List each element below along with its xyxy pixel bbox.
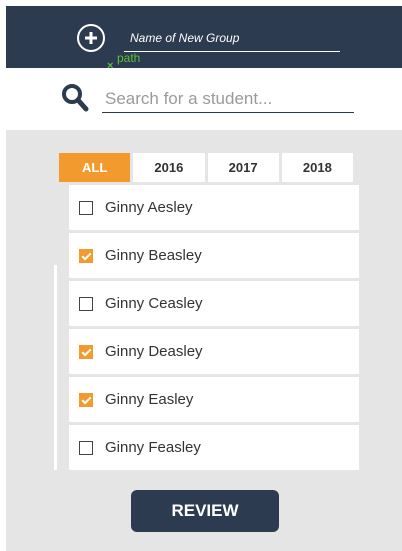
student-row[interactable]: Ginny Feasley (69, 425, 359, 470)
search-icon[interactable] (61, 83, 89, 113)
student-row[interactable]: Ginny Ceasley (69, 281, 359, 326)
group-name-input[interactable]: Name of New Group (124, 30, 340, 52)
checkbox[interactable] (79, 200, 93, 215)
student-name: Ginny Deasley (105, 343, 203, 360)
student-name: Ginny Beasley (105, 247, 202, 264)
checkbox[interactable] (79, 344, 93, 359)
main-panel: ALL 2016 2017 2018 Ginny Aesley Ginny Be… (6, 130, 402, 551)
student-list[interactable]: Ginny Aesley Ginny Beasley Ginny Ceasley… (54, 185, 359, 470)
student-row[interactable]: Ginny Deasley (69, 329, 359, 374)
path-label: path (117, 51, 141, 65)
header-bar: Name of New Group (6, 6, 402, 68)
checkbox[interactable] (79, 440, 93, 455)
tab-2017[interactable]: 2017 (204, 150, 279, 185)
add-group-button[interactable] (77, 24, 105, 52)
tab-2016[interactable]: 2016 (130, 150, 205, 185)
student-name: Ginny Ceasley (105, 295, 203, 312)
tab-all[interactable]: ALL (56, 150, 131, 185)
student-row[interactable]: Ginny Beasley (69, 233, 359, 278)
checkbox[interactable] (79, 248, 93, 263)
year-tabs: ALL 2016 2017 2018 (56, 150, 356, 185)
checkbox[interactable] (79, 296, 93, 311)
search-input[interactable]: Search for a student... (102, 87, 354, 113)
student-row[interactable]: Ginny Easley (69, 377, 359, 422)
student-row[interactable]: Ginny Aesley (69, 185, 359, 230)
student-name: Ginny Aesley (105, 199, 193, 216)
checkbox[interactable] (79, 392, 93, 407)
tab-2018[interactable]: 2018 (278, 150, 356, 185)
search-bar: Search for a student... (6, 68, 402, 130)
review-button[interactable]: REVIEW (131, 490, 279, 532)
student-name: Ginny Easley (105, 391, 194, 408)
student-name: Ginny Feasley (105, 439, 201, 456)
scrollbar[interactable] (54, 185, 57, 265)
